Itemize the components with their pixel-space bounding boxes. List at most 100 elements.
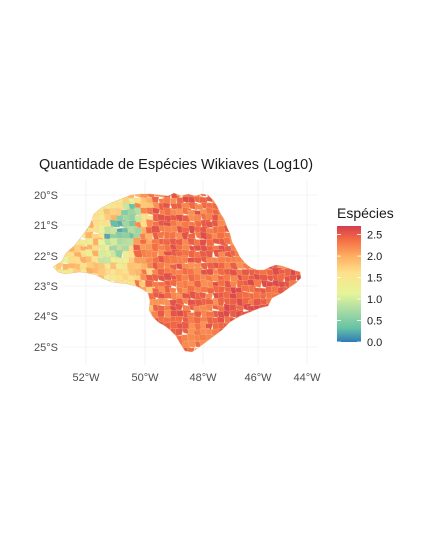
municipality: [295, 209, 301, 217]
municipality: [217, 346, 226, 352]
y-tick-label: 22°S: [34, 251, 58, 263]
municipality: [80, 334, 89, 343]
municipality: [272, 196, 280, 207]
municipality: [284, 220, 293, 228]
municipality: [98, 196, 108, 205]
municipality: [229, 317, 240, 325]
municipality: [73, 225, 83, 235]
municipality: [73, 214, 84, 224]
municipality: [302, 340, 312, 349]
municipality: [278, 202, 286, 213]
municipality: [121, 287, 132, 296]
municipality: [290, 193, 300, 200]
municipality: [115, 334, 126, 345]
municipality: [109, 339, 118, 350]
municipality: [134, 309, 144, 320]
municipality: [254, 202, 264, 210]
municipality: [217, 339, 227, 350]
municipality: [248, 333, 257, 343]
municipality: [92, 202, 102, 209]
municipality: [283, 208, 292, 218]
municipality: [302, 328, 310, 337]
municipality: [176, 353, 186, 362]
municipality: [277, 328, 287, 336]
municipality: [74, 201, 85, 209]
municipality: [289, 315, 299, 324]
y-axis-ticks: 20°S 21°S 22°S 23°S 24°S 25°S: [34, 190, 58, 354]
municipality: [254, 334, 264, 343]
municipality: [283, 238, 292, 247]
municipality: [60, 243, 70, 252]
municipality: [103, 293, 113, 303]
municipality: [296, 233, 301, 242]
municipality: [73, 220, 82, 229]
municipality: [53, 232, 59, 242]
municipality: [295, 287, 301, 295]
municipality: [289, 195, 298, 204]
municipality: [296, 201, 301, 212]
municipality: [175, 303, 184, 311]
x-tick-label: 46°W: [244, 372, 272, 384]
municipality: [67, 203, 76, 211]
municipality: [229, 227, 238, 237]
municipality: [277, 216, 289, 223]
municipality: [86, 316, 96, 325]
municipality: [80, 304, 90, 313]
municipality: [272, 329, 282, 337]
municipality: [240, 197, 251, 204]
municipality: [260, 193, 270, 199]
municipality: [241, 323, 251, 332]
municipality: [145, 353, 153, 360]
municipality: [127, 304, 136, 312]
municipality: [277, 220, 288, 229]
municipality: [270, 305, 279, 313]
municipality: [302, 196, 309, 205]
municipality: [66, 220, 77, 229]
municipality: [102, 346, 111, 352]
municipality: [85, 207, 94, 218]
municipality: [175, 348, 185, 352]
municipality: [116, 315, 125, 324]
municipality: [277, 317, 286, 327]
municipality: [128, 322, 138, 330]
municipality: [247, 250, 256, 258]
municipality: [290, 328, 301, 336]
municipality: [86, 329, 97, 338]
municipality: [146, 321, 157, 330]
municipality: [80, 293, 91, 302]
municipality: [265, 250, 276, 260]
municipality: [145, 328, 154, 337]
municipality: [259, 353, 268, 362]
municipality: [289, 203, 300, 211]
municipality: [56, 292, 66, 302]
municipality: [79, 310, 90, 321]
municipality: [85, 195, 96, 205]
municipality: [302, 300, 309, 306]
municipality: [296, 262, 301, 273]
municipality: [85, 322, 95, 330]
municipality: [254, 215, 263, 224]
municipality: [303, 239, 313, 248]
municipality: [133, 291, 143, 302]
municipality: [81, 352, 91, 359]
municipality: [121, 339, 129, 347]
municipality: [229, 346, 239, 352]
municipality: [278, 243, 288, 252]
municipality: [67, 292, 77, 300]
municipality: [295, 329, 301, 338]
municipality: [242, 346, 252, 352]
municipality: [295, 353, 304, 362]
municipality: [67, 298, 76, 307]
municipality: [73, 315, 84, 324]
municipality: [217, 202, 227, 211]
municipality: [284, 195, 294, 205]
municipality: [68, 347, 78, 352]
legend-label: 0.0: [367, 337, 382, 349]
municipality: [271, 201, 281, 211]
municipality: [62, 193, 71, 200]
municipality: [235, 334, 244, 344]
municipality: [283, 316, 292, 326]
municipality: [247, 232, 258, 242]
municipality: [56, 327, 65, 337]
municipality: [217, 351, 228, 352]
